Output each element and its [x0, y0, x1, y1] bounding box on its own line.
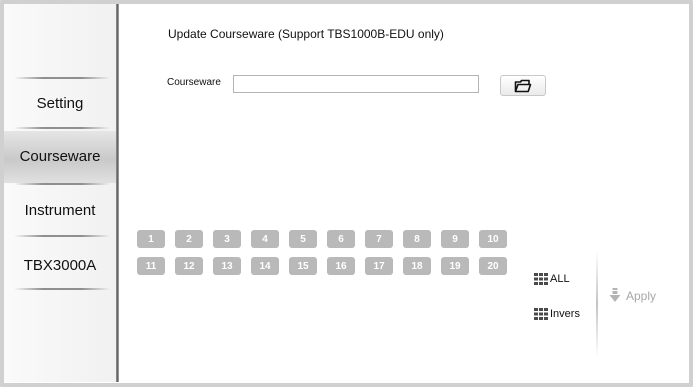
courseware-path-input[interactable]	[233, 75, 479, 93]
lesson-button-7[interactable]: 7	[365, 230, 393, 248]
sidebar-divider	[14, 288, 110, 290]
sidebar-item-setting[interactable]: Setting	[4, 95, 116, 112]
folder-open-icon	[514, 79, 532, 92]
lesson-button-9[interactable]: 9	[441, 230, 469, 248]
lesson-button-10[interactable]: 10	[479, 230, 507, 248]
vertical-separator	[116, 4, 119, 382]
page-title: Update Courseware (Support TBS1000B-EDU …	[168, 27, 444, 41]
lesson-button-15[interactable]: 15	[289, 257, 317, 275]
invert-selection-label: Invers	[550, 308, 580, 320]
lesson-button-16[interactable]: 16	[327, 257, 355, 275]
apply-button[interactable]: Apply	[609, 288, 656, 303]
lesson-button-17[interactable]: 17	[365, 257, 393, 275]
lesson-button-5[interactable]: 5	[289, 230, 317, 248]
lesson-button-6[interactable]: 6	[327, 230, 355, 248]
sidebar	[4, 4, 116, 382]
apply-divider	[596, 250, 598, 358]
open-folder-button[interactable]	[500, 75, 546, 96]
select-all-label: ALL	[550, 273, 570, 285]
lesson-button-2[interactable]: 2	[175, 230, 203, 248]
courseware-label: Courseware	[167, 77, 221, 88]
invert-selection-button[interactable]: Invers	[534, 308, 580, 320]
lesson-button-12[interactable]: 12	[175, 257, 203, 275]
lesson-button-4[interactable]: 4	[251, 230, 279, 248]
sidebar-item-tbx3000a[interactable]: TBX3000A	[4, 257, 116, 274]
lesson-button-14[interactable]: 14	[251, 257, 279, 275]
lesson-button-3[interactable]: 3	[213, 230, 241, 248]
lesson-button-13[interactable]: 13	[213, 257, 241, 275]
sidebar-divider	[14, 77, 110, 79]
sidebar-divider	[14, 183, 110, 185]
select-all-button[interactable]: ALL	[534, 273, 570, 285]
apply-label: Apply	[626, 288, 657, 303]
lesson-button-18[interactable]: 18	[403, 257, 431, 275]
sidebar-item-instrument[interactable]: Instrument	[4, 202, 116, 219]
sidebar-item-courseware[interactable]: Courseware	[4, 131, 116, 183]
grid-icon	[534, 308, 548, 320]
arrow-down-icon	[609, 288, 621, 302]
lesson-button-19[interactable]: 19	[441, 257, 469, 275]
lesson-button-11[interactable]: 11	[137, 257, 165, 275]
sidebar-divider	[14, 235, 110, 237]
sidebar-divider	[14, 127, 110, 129]
lesson-button-20[interactable]: 20	[479, 257, 507, 275]
grid-icon	[534, 273, 548, 285]
lesson-button-1[interactable]: 1	[137, 230, 165, 248]
lesson-button-8[interactable]: 8	[403, 230, 431, 248]
